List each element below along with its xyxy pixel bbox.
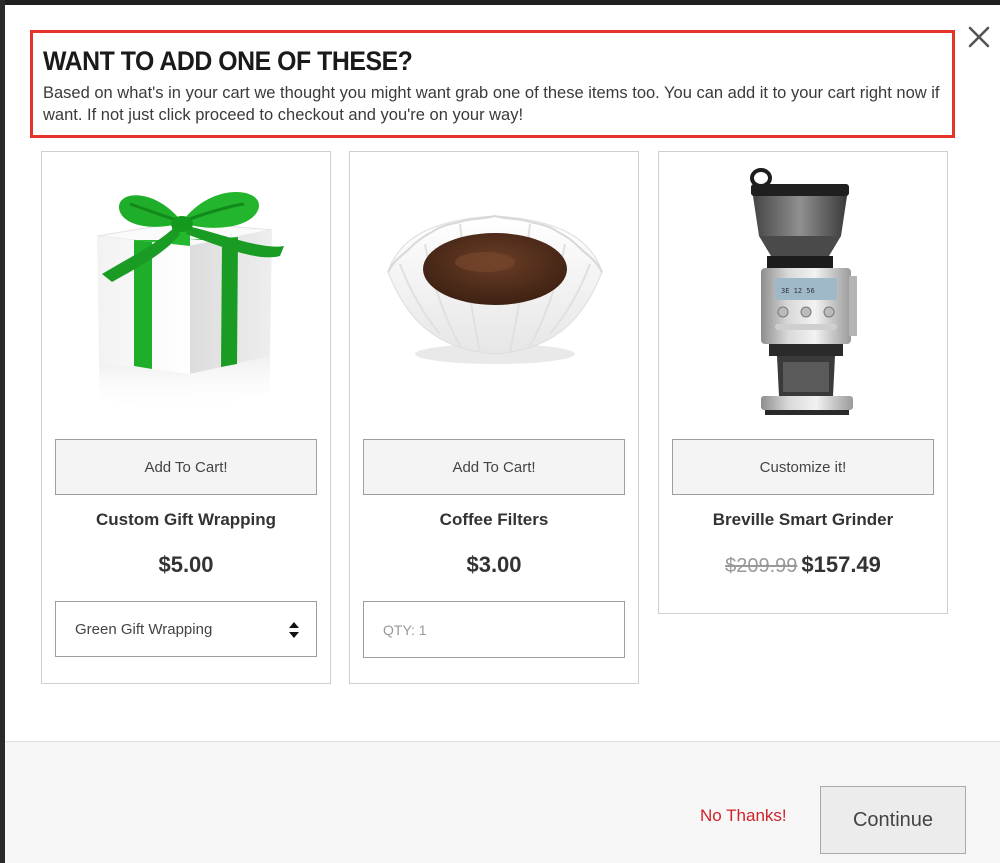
quantity-input[interactable] — [363, 601, 625, 658]
modal-description: Based on what's in your cart we thought … — [43, 84, 940, 124]
coffee-grinder-icon: 3E 12 56 — [689, 164, 919, 424]
add-to-cart-button[interactable]: Add To Cart! — [55, 439, 317, 495]
product-card-gift-wrapping: Add To Cart! Custom Gift Wrapping $5.00 … — [41, 151, 331, 684]
continue-button[interactable]: Continue — [820, 786, 966, 854]
gift-box-icon — [72, 164, 302, 424]
gift-wrap-option-select[interactable]: Green Gift Wrapping — [55, 601, 317, 657]
sale-price: $157.49 — [801, 552, 881, 577]
product-price: $5.00 — [158, 552, 214, 577]
product-name: Breville Smart Grinder — [712, 510, 894, 529]
product-card-coffee-filters: Add To Cart! Coffee Filters $3.00 — [349, 151, 639, 684]
original-price: $209.99 — [725, 555, 798, 577]
close-icon[interactable] — [965, 23, 993, 51]
product-card-breville-grinder: 3E 12 56 Customize it! Breville Smart Gr… — [658, 151, 948, 614]
svg-text:3E 12 56: 3E 12 56 — [781, 287, 815, 295]
upsell-header: WANT TO ADD ONE OF THESE? Based on what'… — [30, 30, 955, 138]
modal-title: WANT TO ADD ONE OF THESE? — [43, 46, 413, 76]
modal-footer: No Thanks! Continue — [5, 741, 1000, 863]
product-price: $209.99 $157.49 — [659, 552, 947, 578]
select-value: Green Gift Wrapping — [75, 620, 213, 638]
add-to-cart-button[interactable]: Add To Cart! — [363, 439, 625, 495]
customize-button[interactable]: Customize it! — [672, 439, 934, 495]
product-name: Coffee Filters — [439, 510, 549, 529]
product-name: Custom Gift Wrapping — [95, 510, 277, 529]
upsell-modal: WANT TO ADD ONE OF THESE? Based on what'… — [5, 5, 1000, 863]
no-thanks-link[interactable]: No Thanks! — [700, 806, 787, 826]
coffee-filter-icon — [380, 164, 610, 424]
product-price: $3.00 — [466, 552, 522, 577]
select-arrows-icon — [289, 622, 299, 638]
